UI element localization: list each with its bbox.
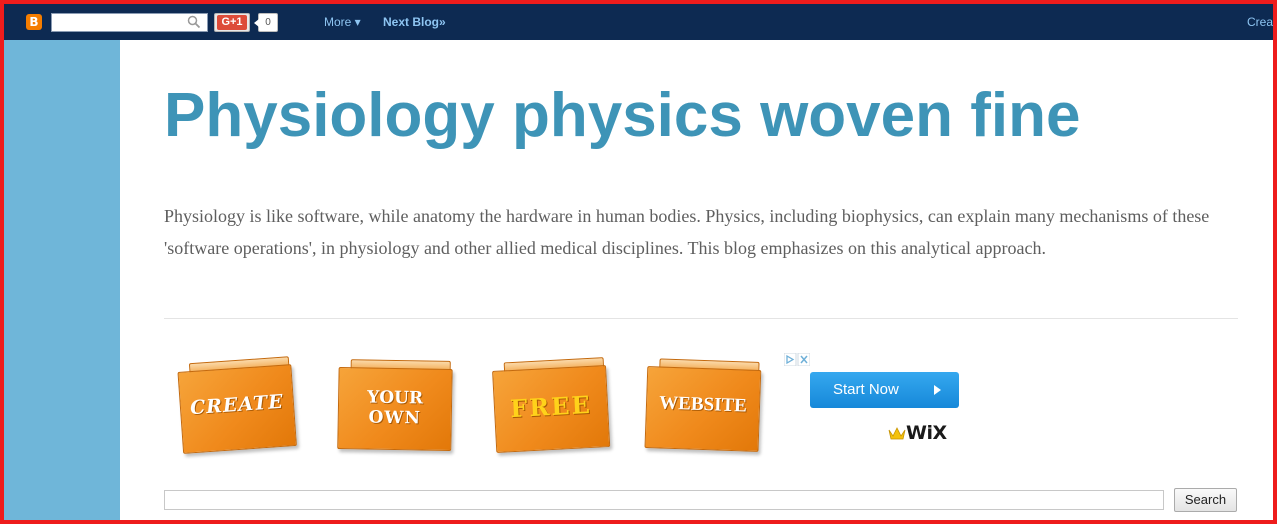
- ad-tile-your-own: YOUR OWN: [337, 359, 453, 453]
- ad-tile-create: CREATE: [177, 356, 297, 456]
- start-now-button[interactable]: Start Now: [810, 372, 959, 408]
- navbar-search-input[interactable]: [51, 13, 208, 32]
- wix-crown-icon: [888, 427, 906, 440]
- blog-search-input[interactable]: [164, 490, 1164, 510]
- more-menu-link[interactable]: More ▾: [324, 14, 361, 30]
- play-arrow-icon: [934, 385, 941, 395]
- blog-description: Physiology is like software, while anato…: [164, 206, 1210, 258]
- ad-tile-text: FREE: [509, 389, 593, 424]
- gplus-label: G+1: [217, 15, 247, 30]
- header-divider: [164, 318, 1238, 319]
- left-side-panel: [4, 40, 120, 524]
- next-blog-link[interactable]: Next Blog»: [383, 14, 446, 30]
- blogger-navbar: B G+1 0 More ▾ Next Blog» Create Blog: [0, 0, 1277, 40]
- blogger-logo-icon[interactable]: B: [26, 14, 42, 30]
- adchoices-icon[interactable]: [784, 353, 810, 366]
- wix-brand-text: WiX: [906, 422, 947, 444]
- start-now-label: Start Now: [833, 381, 899, 398]
- blog-title[interactable]: Physiology physics woven fine: [164, 78, 1080, 154]
- gplus-count-badge: 0: [254, 13, 278, 32]
- create-blog-link[interactable]: Create Blog: [1247, 14, 1277, 30]
- ad-tile-text: YOUR: [367, 387, 424, 409]
- ad-tile-website: WEBSITE: [644, 358, 762, 454]
- ad-tile-free: FREE: [492, 357, 611, 455]
- ad-tile-text: WEBSITE: [658, 392, 748, 417]
- search-button[interactable]: Search: [1174, 488, 1237, 512]
- wix-logo[interactable]: WiX: [888, 422, 960, 444]
- search-icon[interactable]: [187, 15, 201, 29]
- google-plus-one-button[interactable]: G+1: [214, 13, 250, 32]
- ad-tile-text: OWN: [368, 407, 422, 429]
